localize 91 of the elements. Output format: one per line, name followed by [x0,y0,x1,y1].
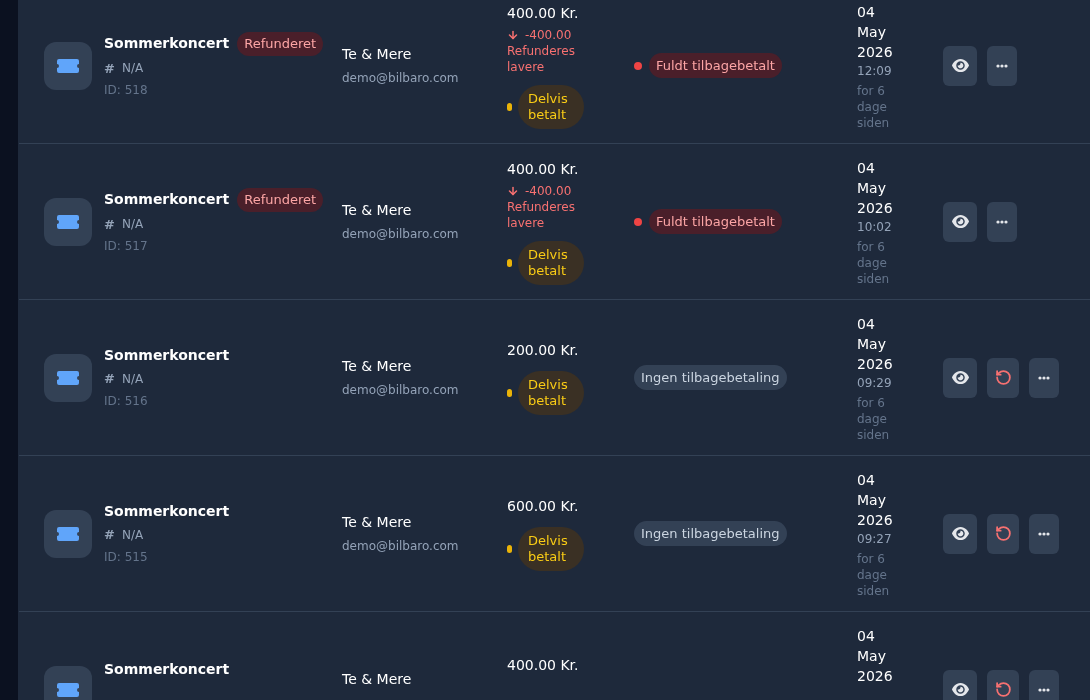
relative-time: for 6 dage siden [857,551,891,599]
arrow-down-icon [507,184,519,197]
order-id: ID: 516 [104,392,149,410]
ticket-icon [57,214,79,229]
refunded-badge: Refunderet [237,188,324,212]
customer-name: Te & Mere [342,201,413,220]
order-number: N/A [121,60,144,78]
refund-note: Refunderes lavere [507,198,576,231]
customer-name: Te & Mere [342,513,413,532]
hash-sign: # [104,215,115,234]
event-name: Sommerkoncert [104,660,230,679]
order-amount: 600.00 Kr. [507,497,580,516]
ticket-icon [57,370,79,385]
more-icon [1038,687,1050,692]
order-date: 04 May 2026 [857,471,894,530]
more-button[interactable] [1029,513,1059,554]
eye-icon [951,681,969,698]
customer-email: demo@bilbaro.com [342,70,460,87]
refund-button[interactable] [987,669,1019,700]
undo-icon [994,525,1012,542]
refund-amount: -400.00 [525,182,572,199]
order-number: N/A [121,371,144,388]
order-number: N/A [121,216,144,234]
customer-email: demo@bilbaro.com [342,382,460,399]
order-time: 09:29 [857,375,893,392]
refund-button[interactable] [987,357,1019,398]
event-name: Sommerkoncert [104,34,230,54]
customer-name: Te & Mere [342,669,413,689]
order-time: 10:02 [857,219,893,236]
hash-sign: # [104,526,115,545]
ticket-icon [57,526,79,541]
eye-icon [951,57,969,74]
refund-status-badge: Fuldt tilbagebetalt [649,208,782,235]
event-name: Sommerkoncert [104,190,230,210]
refund-status-badge: Ingen tilbagebetaling [634,520,787,547]
view-button[interactable] [943,201,977,242]
view-button[interactable] [943,513,977,554]
order-amount: 400.00 Kr. [507,3,580,23]
order-amount: 400.00 Kr. [507,656,580,675]
order-date: 04 May 2026 [857,3,894,62]
ticket-icon [57,58,79,73]
refund-status-badge: Fuldt tilbagebetalt [649,52,782,79]
order-id: ID: 515 [104,548,149,566]
eye-icon [951,525,969,542]
order-date: 04 May 2026 [857,315,894,374]
refund-note: Refunderes lavere [507,42,576,75]
more-button[interactable] [1029,357,1059,398]
order-time: 12:09 [857,63,893,80]
more-button[interactable] [1029,669,1059,700]
order-date: 04 May 2026 [857,159,894,218]
refund-button[interactable] [987,513,1019,554]
eye-icon [951,213,969,230]
order-date: 04 May 2026 [857,627,894,686]
relative-time: for 6 dage siden [857,395,891,443]
relative-time: for 6 dage siden [857,83,891,131]
more-button[interactable] [987,45,1017,86]
more-icon [996,219,1008,224]
view-button[interactable] [943,669,977,700]
ticket-icon [57,682,79,697]
event-name: Sommerkoncert [104,502,230,522]
order-time: 09:27 [857,531,893,548]
order-amount: 200.00 Kr. [507,341,580,360]
relative-time: for 6 dage siden [857,239,891,287]
payment-status-badge: Delvis betalt [518,527,584,571]
arrow-down-icon [507,28,519,41]
payment-status-badge: Delvis betalt [518,84,584,129]
refund-amount: -400.00 [525,26,572,43]
customer-email: demo@bilbaro.com [342,538,460,555]
refunded-badge: Refunderet [237,32,324,56]
order-number: N/A [121,527,144,544]
hash-sign: # [104,59,115,78]
event-name: Sommerkoncert [104,346,230,366]
customer-name: Te & Mere [342,45,413,64]
payment-status-badge: Delvis betalt [518,240,584,285]
refund-status-badge: Ingen tilbagebetaling [634,364,787,391]
customer-email: demo@bilbaro.com [342,226,460,243]
more-button[interactable] [987,201,1017,242]
eye-icon [951,369,969,386]
payment-status-badge: Delvis betalt [518,371,584,415]
view-button[interactable] [943,357,977,398]
more-icon [1038,375,1050,380]
order-amount: 400.00 Kr. [507,159,580,179]
more-icon [996,63,1008,68]
order-id: ID: 517 [104,238,149,255]
view-button[interactable] [943,45,977,86]
undo-icon [994,369,1012,386]
more-icon [1038,531,1050,536]
undo-icon [994,681,1012,698]
hash-sign: # [104,370,115,389]
customer-name: Te & Mere [342,357,413,376]
order-id: ID: 518 [104,82,149,99]
